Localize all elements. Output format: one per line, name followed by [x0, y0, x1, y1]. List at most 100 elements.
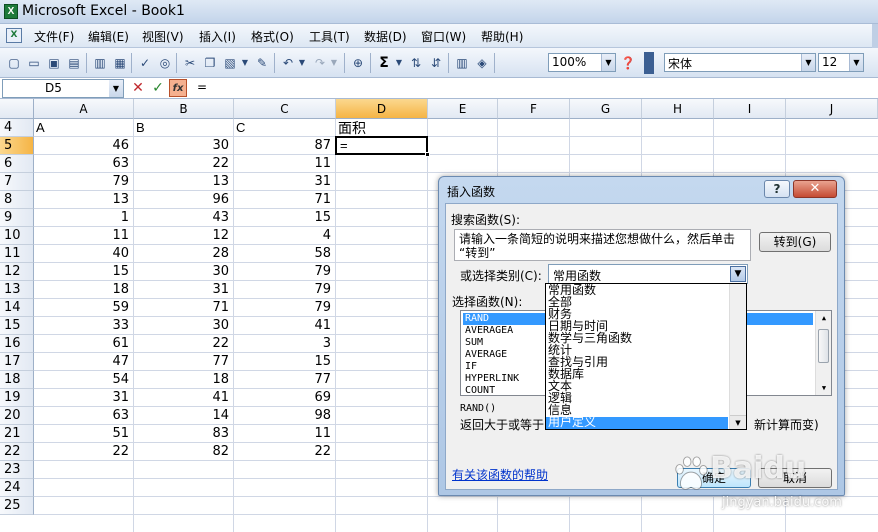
- select-all-corner[interactable]: [0, 99, 34, 119]
- data-cell[interactable]: 31: [134, 281, 231, 299]
- row-header-21[interactable]: 21: [0, 425, 34, 443]
- category-option[interactable]: 常用函数: [546, 284, 728, 296]
- row-header-13[interactable]: 13: [0, 281, 34, 299]
- active-cell[interactable]: =: [335, 136, 430, 157]
- column-header-d[interactable]: D: [336, 99, 428, 119]
- menu-tools[interactable]: 工具(T): [307, 28, 352, 45]
- function-item[interactable]: IF: [463, 361, 479, 373]
- data-cell[interactable]: 71: [234, 191, 333, 209]
- dialog-help-button[interactable]: ?: [764, 180, 790, 198]
- function-item[interactable]: COUNT: [463, 385, 497, 397]
- column-header-g[interactable]: G: [570, 99, 642, 119]
- data-cell[interactable]: 1: [34, 209, 131, 227]
- data-cell[interactable]: 11: [234, 155, 333, 173]
- data-cell[interactable]: 31: [34, 389, 131, 407]
- drawing-icon[interactable]: ◈: [474, 55, 490, 71]
- data-cell[interactable]: 30: [134, 137, 231, 155]
- data-cell[interactable]: 4: [234, 227, 333, 245]
- data-cell[interactable]: 79: [234, 263, 333, 281]
- row-header-4[interactable]: 4: [0, 119, 34, 137]
- data-cell[interactable]: 54: [34, 371, 131, 389]
- spelling-icon[interactable]: ✓: [137, 55, 153, 71]
- formula-input[interactable]: =: [190, 79, 878, 98]
- row-header-20[interactable]: 20: [0, 407, 34, 425]
- function-help-link[interactable]: 有关该函数的帮助: [452, 466, 548, 483]
- menu-file[interactable]: 文件(F): [32, 28, 76, 45]
- data-cell[interactable]: 22: [134, 335, 231, 353]
- format-painter-icon[interactable]: ✎: [254, 55, 270, 71]
- chevron-down-icon[interactable]: ▼: [601, 54, 615, 71]
- scroll-up-icon[interactable]: ▲: [816, 311, 832, 325]
- search-function-input[interactable]: 请输入一条简短的说明来描述您想做什么，然后单击 “转到”: [454, 229, 751, 261]
- data-cell[interactable]: 98: [234, 407, 333, 425]
- category-select[interactable]: 常用函数 ▼: [548, 264, 748, 284]
- category-option[interactable]: 数据库: [546, 368, 728, 380]
- column-header-e[interactable]: E: [428, 99, 498, 119]
- data-cell[interactable]: 83: [134, 425, 231, 443]
- row-header-18[interactable]: 18: [0, 371, 34, 389]
- category-option[interactable]: 全部: [546, 296, 728, 308]
- category-option[interactable]: 文本: [546, 380, 728, 392]
- data-cell[interactable]: 46: [34, 137, 131, 155]
- row-header-19[interactable]: 19: [0, 389, 34, 407]
- chart-wizard-icon[interactable]: ▥: [454, 55, 470, 71]
- row-header-12[interactable]: 12: [0, 263, 34, 281]
- cell-a4[interactable]: A: [34, 119, 134, 137]
- cancel-button[interactable]: 取消: [758, 468, 832, 488]
- column-header-a[interactable]: A: [34, 99, 134, 119]
- data-cell[interactable]: 82: [134, 443, 231, 461]
- menu-window[interactable]: 窗口(W): [419, 28, 468, 45]
- undo-icon[interactable]: ↶: [280, 55, 296, 71]
- data-cell[interactable]: 3: [234, 335, 333, 353]
- sort-ascending-icon[interactable]: ⇅: [408, 55, 424, 71]
- paste-icon[interactable]: ▧: [222, 55, 238, 71]
- data-cell[interactable]: 18: [134, 371, 231, 389]
- toolbar-options-icon[interactable]: [644, 52, 654, 74]
- category-option[interactable]: 逻辑: [546, 392, 728, 404]
- chevron-down-icon[interactable]: ▼: [109, 80, 123, 97]
- undo-dropdown-icon[interactable]: ▼: [297, 55, 307, 71]
- cancel-entry-icon[interactable]: ✕: [129, 80, 147, 97]
- font-size-select[interactable]: 12 ▼: [818, 53, 864, 72]
- chevron-down-icon[interactable]: ▼: [801, 54, 815, 71]
- research-icon[interactable]: ◎: [157, 55, 173, 71]
- sort-descending-icon[interactable]: ⇵: [428, 55, 444, 71]
- ok-button[interactable]: 确定: [677, 468, 751, 488]
- fill-handle[interactable]: [425, 152, 430, 157]
- row-header-8[interactable]: 8: [0, 191, 34, 209]
- category-option[interactable]: 用户定义: [546, 416, 728, 429]
- cell-b4[interactable]: B: [134, 119, 234, 137]
- cut-icon[interactable]: ✂: [182, 55, 198, 71]
- zoom-select[interactable]: 100% ▼: [548, 53, 616, 72]
- menu-format[interactable]: 格式(O): [249, 28, 296, 45]
- data-cell[interactable]: 13: [34, 191, 131, 209]
- workbook-icon[interactable]: X: [6, 28, 22, 43]
- category-dropdown-scrollbar[interactable]: ▼: [729, 284, 746, 429]
- chevron-down-icon[interactable]: ▼: [849, 54, 863, 71]
- menu-view[interactable]: 视图(V): [140, 28, 186, 45]
- cell-c4[interactable]: C: [234, 119, 336, 137]
- scroll-thumb[interactable]: [818, 329, 829, 363]
- row-header-7[interactable]: 7: [0, 173, 34, 191]
- function-item[interactable]: SUM: [463, 337, 485, 349]
- data-cell[interactable]: 30: [134, 317, 231, 335]
- name-box[interactable]: D5 ▼: [2, 79, 124, 98]
- row-header-23[interactable]: 23: [0, 461, 34, 479]
- menu-insert[interactable]: 插入(I): [197, 28, 238, 45]
- column-header-f[interactable]: F: [498, 99, 570, 119]
- data-cell[interactable]: 30: [134, 263, 231, 281]
- data-cell[interactable]: 63: [34, 155, 131, 173]
- data-cell[interactable]: 71: [134, 299, 231, 317]
- data-cell[interactable]: 22: [234, 443, 333, 461]
- data-cell[interactable]: 87: [234, 137, 333, 155]
- data-cell[interactable]: 96: [134, 191, 231, 209]
- data-cell[interactable]: 69: [234, 389, 333, 407]
- column-header-c[interactable]: C: [234, 99, 336, 119]
- insert-function-icon[interactable]: fx: [169, 79, 187, 97]
- autosum-icon[interactable]: Σ: [376, 55, 392, 71]
- menu-edit[interactable]: 编辑(E): [86, 28, 131, 45]
- new-icon[interactable]: ▢: [6, 55, 22, 71]
- data-cell[interactable]: 58: [234, 245, 333, 263]
- hyperlink-icon[interactable]: ⊕: [350, 55, 366, 71]
- data-cell[interactable]: 31: [234, 173, 333, 191]
